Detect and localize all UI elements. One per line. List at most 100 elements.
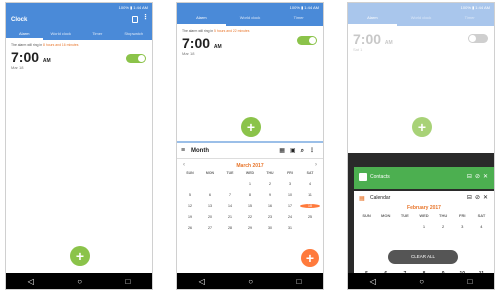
close-icon[interactable]: ✕ <box>483 195 491 201</box>
calendar-day[interactable]: 26 <box>180 226 200 230</box>
calendar-day[interactable]: 23 <box>260 215 280 219</box>
alarm-item[interactable]: 7:00 AM Sat 1 <box>348 26 494 55</box>
recent-card-contacts[interactable]: Contacts ⊟⊘✕ <box>354 167 494 189</box>
alarm-toggle[interactable] <box>297 36 317 45</box>
calendar-day[interactable]: 13 <box>200 204 220 208</box>
calendar-day[interactable]: 3 <box>280 182 300 186</box>
calendar-day[interactable]: 6 <box>200 193 220 197</box>
edit-icon[interactable] <box>132 16 138 23</box>
hamburger-icon[interactable]: ≡ <box>181 147 185 154</box>
calendar-day[interactable]: 9 <box>260 193 280 197</box>
calendar-day <box>220 182 240 186</box>
day-icon[interactable]: ▣ <box>290 148 301 154</box>
alarm-time-value: 7:00 <box>182 35 211 51</box>
calendar-day[interactable]: 31 <box>280 226 300 230</box>
calendar-day[interactable]: 17 <box>280 204 300 208</box>
tab-timer[interactable]: Timer <box>445 12 494 26</box>
calendar-day[interactable]: 8 <box>240 193 260 197</box>
calendar-day[interactable]: 29 <box>240 226 260 230</box>
calendar-day[interactable]: 24 <box>280 215 300 219</box>
home-icon[interactable]: ○ <box>77 277 82 286</box>
add-alarm-button[interactable]: + <box>70 246 90 266</box>
back-icon[interactable]: ◁ <box>28 277 34 286</box>
calendar-day[interactable]: 1 <box>240 182 260 186</box>
tab-world-clock[interactable]: World clock <box>43 28 80 40</box>
calendar-day <box>376 224 395 229</box>
add-alarm-button[interactable]: + <box>412 117 432 137</box>
calendar-day[interactable]: 22 <box>240 215 260 219</box>
status-bar: 100% ▮ 1:44 AM <box>348 3 494 12</box>
add-alarm-button[interactable]: + <box>241 117 261 137</box>
more-options-icon[interactable]: ⋮ <box>309 148 320 154</box>
calendar-day[interactable]: 15 <box>240 204 260 208</box>
tab-world-clock[interactable]: World clock <box>226 12 275 26</box>
next-month-icon[interactable]: › <box>315 162 317 168</box>
alarm-date: Mar 18 <box>182 51 195 56</box>
calendar-day <box>300 226 320 230</box>
weekday-header: TUE <box>400 213 409 218</box>
alarm-toggle[interactable] <box>468 34 488 43</box>
status-bar: 100% ▮ 1:44 AM <box>6 3 152 12</box>
alarm-ampm: AM <box>42 58 51 64</box>
split-icon[interactable]: ⊟ <box>467 174 475 180</box>
calendar-day[interactable]: 4 <box>300 182 320 186</box>
app-title: Clock <box>11 17 28 23</box>
tab-world-clock[interactable]: World clock <box>397 12 446 26</box>
tab-timer[interactable]: Timer <box>274 12 323 26</box>
calendar-day[interactable]: 21 <box>220 215 240 219</box>
weekday-header: WED <box>245 171 255 175</box>
calendar-day[interactable]: 5 <box>180 193 200 197</box>
recent-card-header: ▦ Calendar ⊟⊘✕ <box>354 191 494 205</box>
pin-icon[interactable]: ⊘ <box>475 195 483 201</box>
alarm-item[interactable]: The alarm will ring in 8 hours and 16 mi… <box>6 40 152 73</box>
calendar-day[interactable]: 1 <box>414 224 433 229</box>
calendar-day[interactable]: 2 <box>260 182 280 186</box>
calendar-view-label[interactable]: Month <box>191 148 209 154</box>
calendar-day[interactable]: 4 <box>472 224 491 229</box>
weekday-header: TUE <box>226 171 234 175</box>
month-header: ‹ March 2017 › <box>177 159 323 171</box>
add-event-button[interactable]: + <box>301 249 319 267</box>
calendar-day[interactable]: 2 <box>434 224 453 229</box>
calendar-day[interactable]: 20 <box>200 215 220 219</box>
weekday-header: THU <box>439 213 448 218</box>
calendar-day[interactable]: 3 <box>453 224 472 229</box>
calendar-day[interactable]: 30 <box>260 226 280 230</box>
home-icon[interactable]: ○ <box>248 277 253 286</box>
pin-icon[interactable]: ⊘ <box>475 174 483 180</box>
weekday-header: FRI <box>287 171 293 175</box>
tab-alarm[interactable]: Alarm <box>177 12 226 26</box>
recents-icon[interactable]: □ <box>467 277 472 286</box>
alarm-item[interactable]: The alarm will ring in 5 hours and 22 mi… <box>177 26 323 59</box>
recents-icon[interactable]: □ <box>296 277 301 286</box>
tab-timer[interactable]: Timer <box>79 28 116 40</box>
close-icon[interactable]: ✕ <box>483 174 491 180</box>
tab-alarm[interactable]: Alarm <box>6 28 43 40</box>
alarm-toggle[interactable] <box>126 54 146 63</box>
calendar-day[interactable]: 18 <box>300 204 320 208</box>
tab-alarm[interactable]: Alarm <box>348 12 397 26</box>
home-icon[interactable]: ○ <box>419 277 424 286</box>
calendar-day[interactable]: 25 <box>300 215 320 219</box>
calendar-day[interactable]: 19 <box>180 215 200 219</box>
back-icon[interactable]: ◁ <box>199 277 205 286</box>
calendar-icon[interactable]: ▦ <box>279 148 290 154</box>
phone-screen-split: 100% ▮ 1:44 AM Alarm World clock Timer T… <box>176 2 324 290</box>
calendar-day[interactable]: 12 <box>180 204 200 208</box>
calendar-day[interactable]: 28 <box>220 226 240 230</box>
clear-all-button[interactable]: CLEAR ALL <box>388 250 458 264</box>
calendar-day[interactable]: 14 <box>220 204 240 208</box>
recents-icon[interactable]: □ <box>125 277 130 286</box>
back-icon[interactable]: ◁ <box>370 277 376 286</box>
prev-month-icon[interactable]: ‹ <box>183 162 185 168</box>
search-icon[interactable]: ⌕ <box>301 148 309 154</box>
tab-stopwatch[interactable]: Stopwatch <box>116 28 153 40</box>
calendar-day[interactable]: 16 <box>260 204 280 208</box>
calendar-day[interactable]: 10 <box>280 193 300 197</box>
more-options-icon[interactable]: ⋮ <box>142 14 149 21</box>
calendar-day[interactable]: 7 <box>220 193 240 197</box>
calendar-day[interactable]: 11 <box>300 193 320 197</box>
split-icon[interactable]: ⊟ <box>467 195 475 201</box>
month-title: February 2017 <box>407 205 441 211</box>
calendar-day[interactable]: 27 <box>200 226 220 230</box>
